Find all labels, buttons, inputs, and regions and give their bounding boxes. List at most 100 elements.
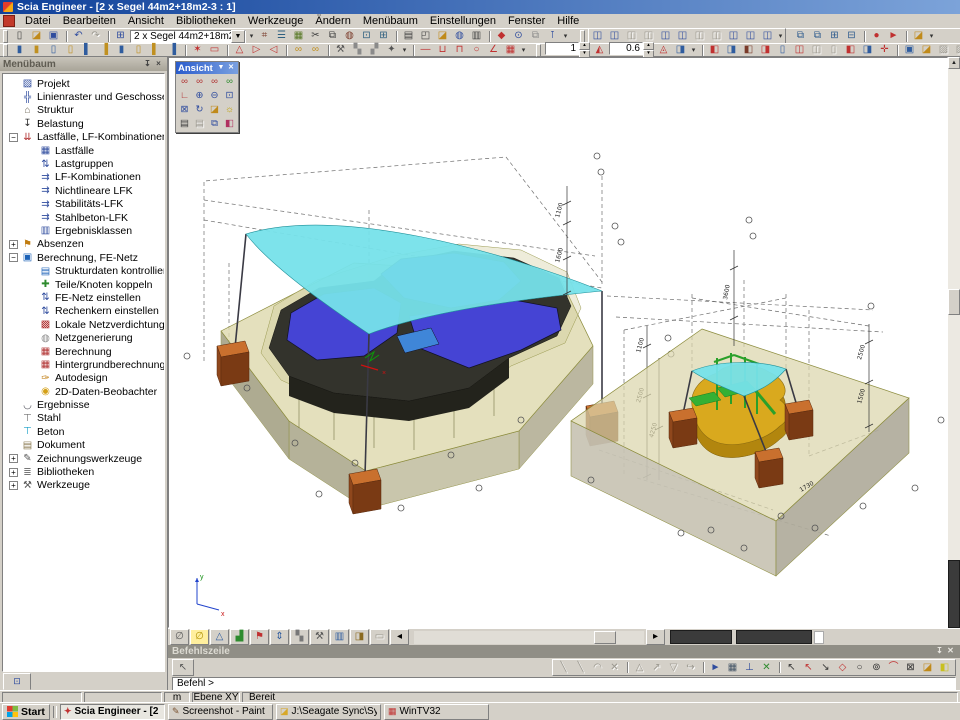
tree-item-bibliotheken[interactable]: ≣ Bibliotheken bbox=[3, 465, 164, 478]
print-view-2-button[interactable]: ▤ bbox=[192, 117, 207, 131]
toolbar-drag-handle[interactable] bbox=[536, 44, 541, 57]
project-combo[interactable]: 2 x Segel 44m2+18m2-3 ▼ bbox=[130, 30, 246, 43]
print-view-button[interactable]: ▤ bbox=[177, 117, 192, 131]
close-icon[interactable]: ✕ bbox=[945, 646, 956, 657]
tree-item-fe-netz[interactable]: ⇅ FE-Netz einstellen bbox=[3, 291, 164, 304]
tree-item-nichtlineare-lfk[interactable]: ⇉ Nichtlineare LFK bbox=[3, 184, 164, 197]
new-window-button[interactable]: ⊞ bbox=[375, 30, 392, 43]
structure-view-button[interactable]: △ bbox=[210, 629, 229, 645]
foundation-block[interactable] bbox=[755, 448, 783, 488]
open-project-button[interactable]: ◪ bbox=[28, 30, 45, 43]
scroll-left-icon[interactable]: ◂ bbox=[390, 629, 409, 645]
run-analysis-button[interactable]: ► bbox=[885, 30, 902, 43]
more-tools-arrow[interactable]: ▾ bbox=[561, 30, 570, 43]
tree-expander[interactable] bbox=[9, 253, 18, 262]
table-view-button[interactable]: ⊡ bbox=[358, 30, 375, 43]
view-window-3-button[interactable]: ◫ bbox=[623, 30, 640, 43]
clipboard-picture-button[interactable]: ⧉ bbox=[527, 30, 544, 43]
command-title-bar[interactable]: Befehlszeile ↧ ✕ bbox=[168, 645, 960, 658]
member-beam-button[interactable]: ▮ bbox=[28, 44, 45, 57]
scale2-spinner-input[interactable] bbox=[609, 42, 643, 55]
tree-item-berechnung-fe-netz[interactable]: ▣ Berechnung, FE-Netz bbox=[3, 251, 164, 264]
rotate-view-button[interactable]: ↻ bbox=[192, 103, 207, 117]
support-button[interactable]: △ bbox=[231, 44, 248, 57]
ansicht-palette[interactable]: Ansicht ▼ ✕ ∞∞∞∞∟⊕⊖⊡⊠↻◪☼▤▤⧉◧ bbox=[175, 61, 239, 133]
node-action-3-button[interactable]: ◧ bbox=[740, 44, 757, 57]
render-button[interactable]: ◍ bbox=[341, 30, 358, 43]
draw-line-button[interactable]: — bbox=[417, 44, 434, 57]
tree-expander[interactable] bbox=[9, 240, 18, 249]
snap-node-button[interactable]: ↖ bbox=[783, 661, 800, 674]
gallery-button[interactable]: ▦ bbox=[290, 30, 307, 43]
scroll-right-icon[interactable]: ▸ bbox=[646, 629, 665, 645]
viewport-3d[interactable]: × 1100 1600 1100 2500 4250 bbox=[168, 57, 948, 628]
tree-item-lastfaelle-gruppe[interactable]: ⇊ Lastfälle, LF-Kombinationen bbox=[3, 131, 164, 144]
snap-tangent-button[interactable]: ⊚ bbox=[868, 661, 885, 674]
tree-item-zeichnungswerkzeuge[interactable]: ✎ Zeichnungswerkzeuge bbox=[3, 452, 164, 465]
tree-item-lf-kombinationen[interactable]: ⇉ LF-Kombinationen bbox=[3, 171, 164, 184]
view-window-11-button[interactable]: ◫ bbox=[759, 30, 776, 43]
menu-einstellungen[interactable]: Einstellungen bbox=[424, 15, 502, 28]
menu-ansicht[interactable]: Ansicht bbox=[122, 15, 170, 28]
star-tool-button[interactable]: ✦ bbox=[383, 44, 400, 57]
snap-close-icon[interactable]: ✕ bbox=[606, 661, 623, 674]
child-window-icon[interactable] bbox=[3, 15, 15, 27]
paste-data-button[interactable]: ⧉ bbox=[809, 30, 826, 43]
view-window-6-button[interactable]: ◫ bbox=[674, 30, 691, 43]
tree-item-projekt[interactable]: ▨ Projekt bbox=[3, 77, 164, 90]
node-action-1-button[interactable]: ◧ bbox=[706, 44, 723, 57]
toolbar-drag-handle[interactable] bbox=[580, 30, 585, 43]
view-window-1-button[interactable]: ◫ bbox=[589, 30, 606, 43]
title-bar[interactable]: Scia Engineer - [2 x Segel 44m2+18m2-3 :… bbox=[0, 0, 960, 14]
vertical-scrollbar-thumb[interactable] bbox=[948, 289, 960, 315]
view-axes-icon[interactable]: ∟ bbox=[177, 89, 192, 103]
add-view-button[interactable]: ⊞ bbox=[826, 30, 843, 43]
combo-more-arrow[interactable]: ▾ bbox=[247, 30, 256, 43]
updown-button[interactable]: ⇕ bbox=[270, 629, 289, 645]
view-window-10-button[interactable]: ◫ bbox=[742, 30, 759, 43]
snap-mid-button[interactable]: ↖ bbox=[800, 661, 817, 674]
draw-angle-button[interactable]: ∠ bbox=[485, 44, 502, 57]
web-viewer-button[interactable]: ◍ bbox=[451, 30, 468, 43]
menu-fenster[interactable]: Fenster bbox=[502, 15, 551, 28]
tree-item-berechnung[interactable]: ▦ Berechnung bbox=[3, 345, 164, 358]
scroll-up-icon[interactable]: ▲ bbox=[948, 57, 960, 69]
layer-link-button[interactable]: ∅ bbox=[170, 629, 189, 645]
view-window-4-button[interactable]: ◫ bbox=[640, 30, 657, 43]
scale-spinner[interactable]: ▲▼ bbox=[545, 42, 590, 58]
zoom-all-button[interactable]: ⊠ bbox=[177, 103, 192, 117]
tree-item-teile-knoten[interactable]: ✚ Teile/Knoten koppeln bbox=[3, 278, 164, 291]
load-view-button[interactable]: ◪ bbox=[918, 44, 935, 57]
print-button[interactable]: ▤ bbox=[400, 30, 417, 43]
view-axo-icon[interactable]: ∞ bbox=[222, 75, 237, 89]
spring-button[interactable]: ◁ bbox=[265, 44, 282, 57]
shade-button[interactable]: ▚ bbox=[290, 629, 309, 645]
foundation-block[interactable] bbox=[785, 400, 813, 440]
scale-display-button[interactable]: ◨ bbox=[672, 44, 689, 57]
tree-item-stahlbeton-lfk[interactable]: ⇉ Stahlbeton-LFK bbox=[3, 211, 164, 224]
snap-settings-button[interactable]: ◪ bbox=[919, 661, 936, 674]
document-button[interactable]: ▥ bbox=[468, 30, 485, 43]
view-left-icon[interactable]: ∞ bbox=[177, 75, 192, 89]
draw-open-profile-button[interactable]: ⊔ bbox=[434, 44, 451, 57]
print-preview-button[interactable]: ◰ bbox=[417, 30, 434, 43]
save-view-button[interactable]: ▣ bbox=[901, 44, 918, 57]
tree-item-struktur[interactable]: ⌂ Struktur bbox=[3, 104, 164, 117]
pin-icon[interactable]: ↧ bbox=[142, 59, 153, 70]
more-draw-arrow[interactable]: ▾ bbox=[519, 44, 528, 57]
tree-item-2d-daten-beobachter[interactable]: ◉ 2D-Daten-Beobachter bbox=[3, 385, 164, 398]
tree-item-autodesign[interactable]: ✑ Autodesign bbox=[3, 372, 164, 385]
tree-item-netzgenerierung[interactable]: ◍ Netzgenerierung bbox=[3, 331, 164, 344]
foundation-block[interactable] bbox=[669, 408, 697, 448]
snap-end-button[interactable]: ↘ bbox=[817, 661, 834, 674]
task-wintv[interactable]: ▦ WinTV32 bbox=[384, 704, 489, 720]
open-library-button[interactable]: ◪ bbox=[910, 30, 927, 43]
zoom-out-button[interactable]: ⊖ bbox=[207, 89, 222, 103]
view-window-2-button[interactable]: ◫ bbox=[606, 30, 623, 43]
deform-scale-button[interactable]: ◬ bbox=[655, 44, 672, 57]
view-window-9-button[interactable]: ◫ bbox=[725, 30, 742, 43]
snap-grid-button[interactable]: ▦ bbox=[724, 661, 741, 674]
layer-link-active-button[interactable]: ∅ bbox=[190, 629, 209, 645]
close-icon[interactable]: × bbox=[153, 59, 164, 70]
node-action-5-button[interactable]: ▯ bbox=[774, 44, 791, 57]
